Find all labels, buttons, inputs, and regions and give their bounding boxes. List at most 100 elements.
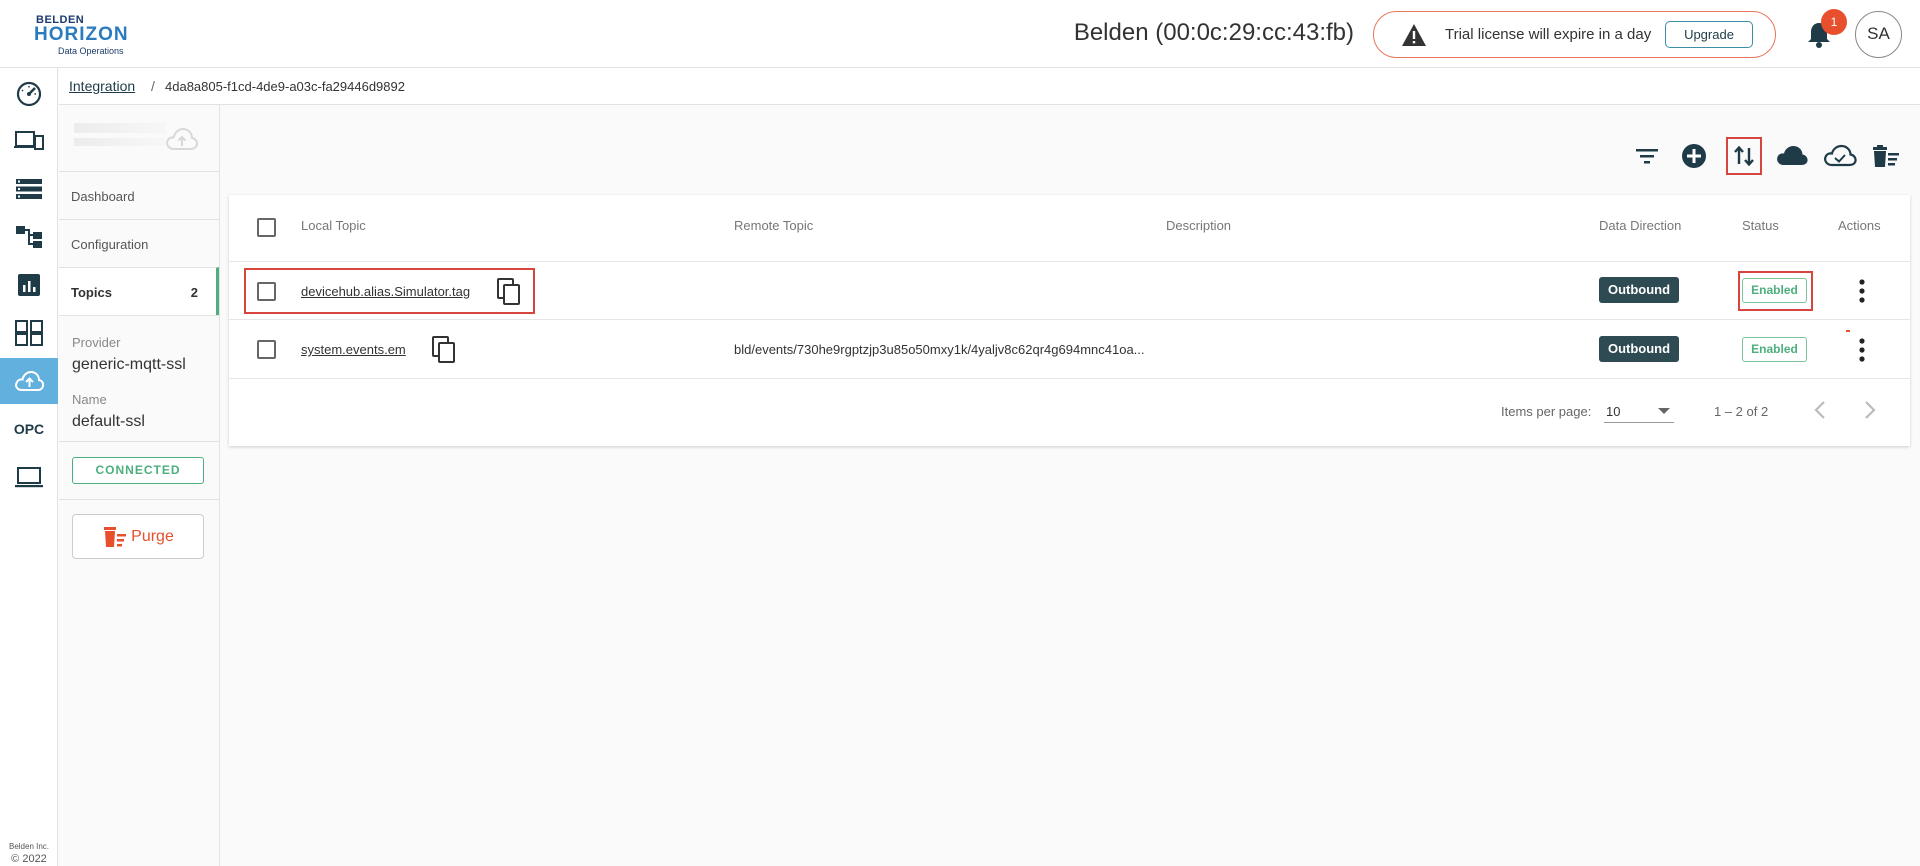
column-remote-topic[interactable]: Remote Topic xyxy=(734,218,813,233)
opc-label: OPC xyxy=(13,421,45,437)
local-topic-link[interactable]: system.events.em xyxy=(301,342,406,357)
items-per-page-value: 10 xyxy=(1606,404,1621,419)
copyright: Belden Inc. © 2022 xyxy=(0,840,58,866)
filter-icon xyxy=(1636,149,1658,164)
table-row: system.events.em bld/events/730he9rgptzj… xyxy=(229,320,1910,379)
breadcrumb-separator: / xyxy=(151,78,155,94)
status-badge[interactable]: Enabled xyxy=(1742,337,1807,362)
breadcrumb-current: 4da8a805-f1cd-4de9-a03c-fa29446d9892 xyxy=(165,79,405,94)
app-header: BELDEN HORIZON Data Operations Belden (0… xyxy=(0,0,1920,68)
highlight-local-topic xyxy=(244,268,535,314)
belden-horizon-logo[interactable]: BELDEN HORIZON Data Operations xyxy=(34,14,144,58)
more-vert-icon[interactable] xyxy=(1851,337,1873,363)
add-topic-button[interactable] xyxy=(1678,140,1710,172)
nav-integration[interactable] xyxy=(0,358,58,404)
list-icon xyxy=(16,179,42,199)
name-value: default-ssl xyxy=(72,413,145,430)
report-icon xyxy=(18,274,40,296)
breadcrumb-integration-link[interactable]: Integration xyxy=(69,78,135,94)
connection-status-badge: CONNECTED xyxy=(72,457,204,484)
add-circle-icon xyxy=(1682,144,1706,168)
license-banner: Trial license will expire in a day Upgra… xyxy=(1373,11,1776,58)
tab-topics-label: Topics xyxy=(71,285,112,300)
pagination-range: 1 – 2 of 2 xyxy=(1714,404,1769,419)
loading-placeholder xyxy=(74,123,166,133)
chevron-right-icon[interactable] xyxy=(1858,397,1880,423)
highlight-status xyxy=(1738,271,1813,311)
unsaved-indicator xyxy=(1846,330,1850,332)
cloud-upload-icon xyxy=(166,127,199,150)
tab-configuration[interactable]: Configuration xyxy=(59,219,219,267)
license-text: Trial license will expire in a day xyxy=(1445,26,1652,43)
divider xyxy=(59,499,219,500)
row-checkbox[interactable] xyxy=(257,340,276,359)
logo-sub-text: Data Operations xyxy=(58,46,124,56)
copyright-year: © 2022 xyxy=(11,853,47,865)
nav-apps[interactable] xyxy=(0,310,58,356)
delete-button[interactable] xyxy=(1870,140,1902,172)
avatar[interactable]: SA xyxy=(1855,11,1902,58)
cloud-outline-icon xyxy=(1824,144,1857,167)
copyright-company: Belden Inc. xyxy=(8,842,50,851)
purge-button[interactable]: Purge xyxy=(72,514,204,559)
cloud-outline-button[interactable] xyxy=(1822,140,1858,172)
breadcrumb: Integration / 4da8a805-f1cd-4de9-a03c-fa… xyxy=(59,68,1920,105)
filter-button[interactable] xyxy=(1631,140,1663,172)
cloud-upload-icon xyxy=(15,370,44,391)
upgrade-button[interactable]: Upgrade xyxy=(1665,21,1753,48)
direction-badge: Outbound xyxy=(1599,277,1679,303)
integration-subpanel: Dashboard Configuration Topics 2 Provide… xyxy=(59,105,220,866)
direction-badge: Outbound xyxy=(1599,336,1679,362)
cloud-icon xyxy=(1777,146,1808,165)
topics-table: Local Topic Remote Topic Description Dat… xyxy=(229,195,1910,446)
column-status[interactable]: Status xyxy=(1742,218,1779,233)
select-all-checkbox[interactable] xyxy=(257,218,276,237)
devices-icon xyxy=(14,131,44,150)
nav-reports[interactable] xyxy=(0,262,58,308)
nav-devices[interactable] xyxy=(0,118,58,164)
copy-icon[interactable] xyxy=(432,336,458,364)
more-vert-icon[interactable] xyxy=(1851,278,1873,304)
column-data-direction[interactable]: Data Direction xyxy=(1599,218,1681,233)
chevron-left-icon[interactable] xyxy=(1810,397,1832,423)
notification-badge: 1 xyxy=(1821,9,1847,35)
column-local-topic[interactable]: Local Topic xyxy=(301,218,366,233)
laptop-icon xyxy=(15,467,43,488)
name-label: Name xyxy=(72,392,107,407)
provider-value: generic-mqtt-ssl xyxy=(72,356,186,373)
column-actions: Actions xyxy=(1838,218,1881,233)
topics-count: 2 xyxy=(190,285,198,300)
chevron-down-icon xyxy=(1658,408,1670,414)
device-title: Belden (00:0c:29:cc:43:fb) xyxy=(1073,19,1354,46)
remote-topic-text: bld/events/730he9rgptzjp3u85o50mxy1k/4ya… xyxy=(734,342,1145,357)
tab-configuration-label: Configuration xyxy=(71,237,149,252)
loading-placeholder-line xyxy=(74,138,166,146)
table-header-row: Local Topic Remote Topic Description Dat… xyxy=(229,195,1910,262)
nav-tree[interactable] xyxy=(0,214,58,260)
tree-icon xyxy=(16,226,42,248)
nav-edge[interactable] xyxy=(0,454,58,500)
delete-sweep-icon xyxy=(104,526,127,547)
logo-main-text: HORIZON xyxy=(34,24,129,45)
tab-topics[interactable]: Topics 2 xyxy=(59,267,219,315)
toggle-direction-button[interactable] xyxy=(1726,137,1762,175)
items-per-page-label: Items per page: xyxy=(1501,404,1592,419)
tab-dashboard-label: Dashboard xyxy=(71,189,135,204)
nav-opc[interactable]: OPC xyxy=(0,406,58,452)
warning-icon xyxy=(1402,24,1426,46)
column-description[interactable]: Description xyxy=(1166,218,1231,233)
cloud-button[interactable] xyxy=(1774,140,1810,172)
swap-vertical-icon xyxy=(1734,145,1754,167)
nav-list[interactable] xyxy=(0,166,58,212)
items-per-page-select[interactable]: 10 xyxy=(1604,399,1674,423)
purge-label: Purge xyxy=(131,527,174,545)
nav-dashboard[interactable] xyxy=(0,70,58,116)
gauge-icon xyxy=(16,81,42,106)
delete-sweep-icon xyxy=(1873,145,1899,167)
apps-icon xyxy=(15,320,43,346)
tab-dashboard[interactable]: Dashboard xyxy=(59,171,219,219)
divider xyxy=(59,441,219,442)
divider xyxy=(59,315,219,316)
provider-label: Provider xyxy=(72,335,121,350)
left-nav: OPC Belden Inc. © 2022 xyxy=(0,68,58,866)
